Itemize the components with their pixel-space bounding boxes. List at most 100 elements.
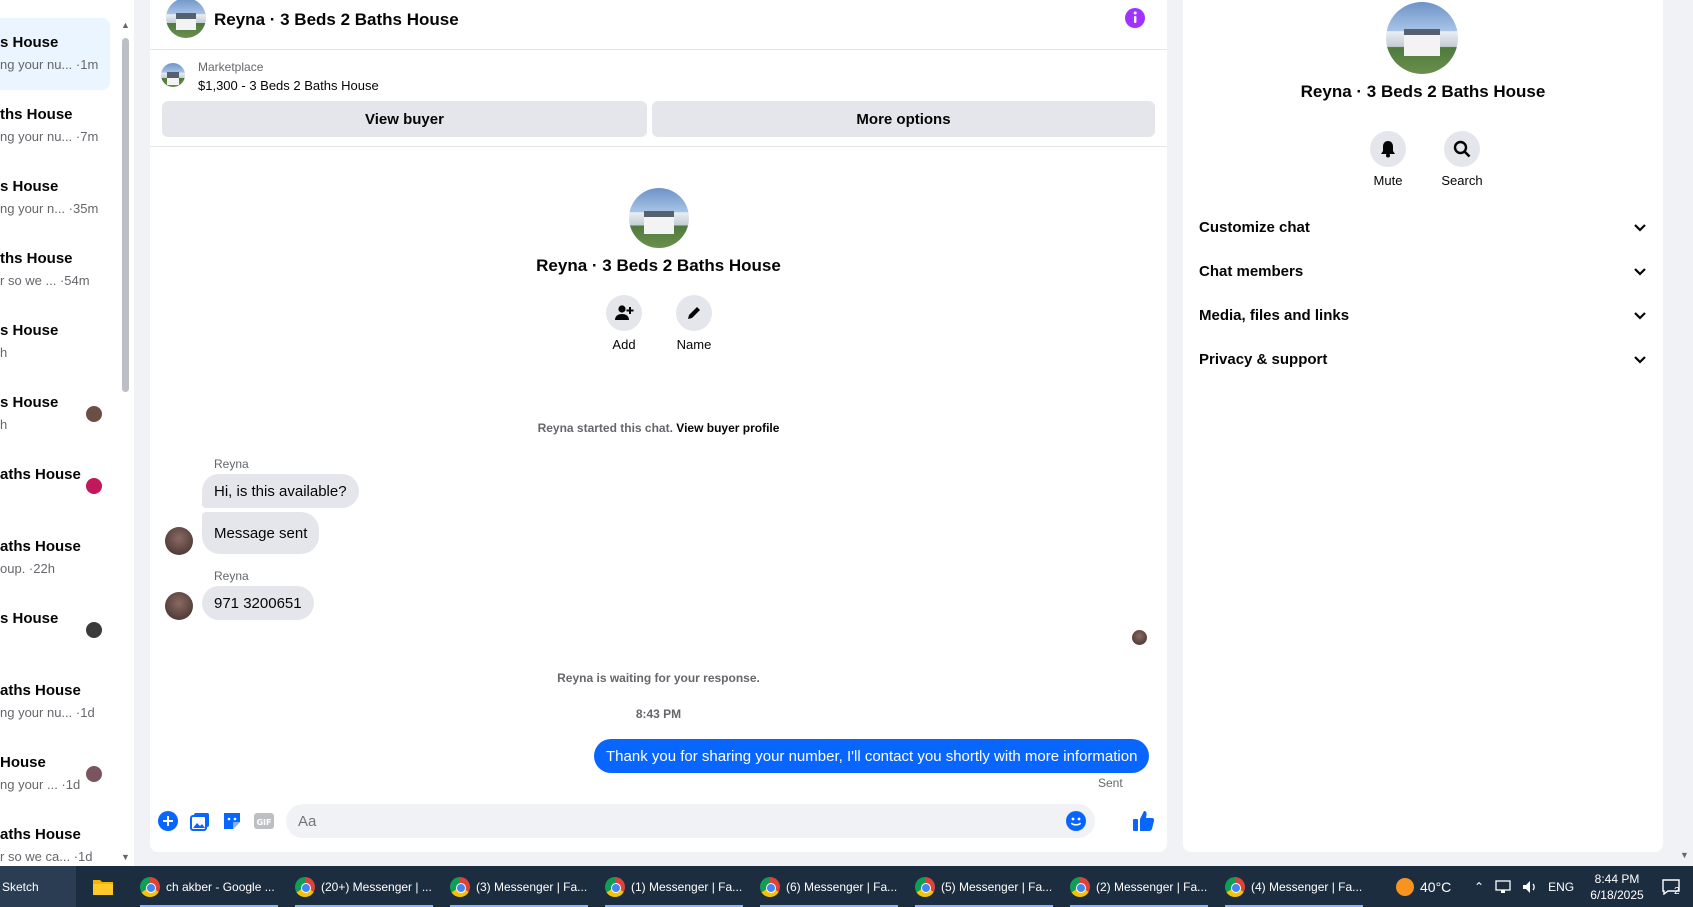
page-scrollbar[interactable]: ▼ <box>1677 0 1693 866</box>
chevron-up-icon[interactable]: ⌃ <box>1474 880 1484 894</box>
emoji-icon[interactable] <box>1066 811 1086 831</box>
system-tray[interactable]: ⌃ ENG <box>1474 866 1574 907</box>
pencil-icon <box>676 295 712 331</box>
taskbar-item-browser[interactable]: (2) Messenger | Fa... <box>1066 866 1212 907</box>
chrome-icon <box>760 876 780 897</box>
taskbar-item-label: (20+) Messenger | ... <box>321 879 432 894</box>
scroll-up-icon[interactable]: ▲ <box>121 20 130 30</box>
file-explorer-button[interactable] <box>90 866 116 907</box>
clock[interactable]: 8:44 PM 6/18/2025 <box>1580 866 1654 907</box>
conversation-list: s House ng your nu... ·1m ths House ng y… <box>0 0 134 866</box>
add-people-button[interactable]: Add <box>604 295 644 352</box>
taskbar-item-label: Sketch <box>2 879 39 894</box>
language-indicator[interactable]: ENG <box>1548 880 1574 894</box>
chat-start-text: Reyna started this chat. <box>537 421 673 435</box>
conversation-item[interactable]: ths House ng your nu... ·7m <box>0 90 110 162</box>
conversation-snippet: ng your n... ·35m <box>0 201 99 216</box>
scrollbar-thumb[interactable] <box>122 38 129 392</box>
incoming-message[interactable]: 971 3200651 <box>202 586 314 620</box>
chrome-icon <box>1225 876 1245 897</box>
taskbar-item-label: (6) Messenger | Fa... <box>786 879 898 894</box>
mute-label: Mute <box>1373 173 1403 188</box>
taskbar-item-browser[interactable]: (3) Messenger | Fa... <box>446 866 592 907</box>
mute-button[interactable]: Mute <box>1363 131 1413 188</box>
waiting-notice: Reyna is waiting for your response. <box>557 671 760 685</box>
taskbar-item-browser[interactable]: (20+) Messenger | ... <box>291 866 437 907</box>
messenger-window: s House ng your nu... ·1m ths House ng y… <box>0 0 1693 907</box>
intro-avatar <box>629 188 689 248</box>
section-label: Media, files and links <box>1199 306 1350 324</box>
conversation-item[interactable]: s House h <box>0 378 110 450</box>
section-label: Chat members <box>1199 262 1304 280</box>
conversation-snippet: r so we ca... ·1d <box>0 849 93 864</box>
outgoing-message[interactable]: Thank you for sharing your number, I'll … <box>594 739 1150 773</box>
taskbar-item-browser[interactable]: (1) Messenger | Fa... <box>601 866 747 907</box>
avatar <box>86 406 102 422</box>
conversation-title: ths House <box>0 250 73 267</box>
details-name: Reyna · 3 Beds 2 Baths House <box>1300 82 1546 101</box>
view-buyer-button[interactable]: View buyer <box>162 101 647 137</box>
sender-avatar <box>165 527 193 555</box>
scroll-down-icon[interactable]: ▼ <box>121 852 130 862</box>
svg-text:GIF: GIF <box>256 818 271 827</box>
thumbs-up-icon[interactable] <box>1132 809 1156 833</box>
conversation-item[interactable]: s House <box>0 594 110 666</box>
chat-members-section[interactable]: Chat members <box>1199 249 1647 293</box>
taskbar-item-browser[interactable]: (5) Messenger | Fa... <box>911 866 1057 907</box>
conversation-title: ths House <box>0 106 73 123</box>
avatar <box>86 478 102 494</box>
conversation-item[interactable]: aths House oup. ·22h <box>0 522 110 594</box>
conversation-item[interactable]: aths House <box>0 450 110 522</box>
clock-time: 8:44 PM <box>1594 871 1640 886</box>
conversation-item[interactable]: ths House r so we ... ·54m <box>0 234 110 306</box>
incoming-message[interactable]: Hi, is this available? <box>202 474 359 508</box>
notifications-button[interactable]: 2 <box>1656 866 1686 907</box>
rename-button[interactable]: Name <box>672 295 716 352</box>
conversation-item[interactable]: aths House ng your nu... ·1d <box>0 666 110 738</box>
sticker-icon[interactable] <box>222 811 242 831</box>
taskbar-item-sketch[interactable]: Sketch <box>0 866 76 907</box>
speaker-icon[interactable] <box>1522 880 1538 894</box>
conversation-item[interactable]: s House ng your nu... ·1m <box>0 18 110 90</box>
marketplace-label: Marketplace <box>198 60 264 74</box>
chevron-down-icon <box>1634 312 1646 320</box>
taskbar-item-browser[interactable]: (4) Messenger | Fa... <box>1221 866 1367 907</box>
view-buyer-profile-link[interactable]: View buyer profile <box>676 421 779 435</box>
gif-icon[interactable]: GIF <box>253 811 275 831</box>
network-icon[interactable] <box>1494 879 1512 894</box>
taskbar-item-browser[interactable]: ch akber - Google ... <box>136 866 282 907</box>
section-label: Customize chat <box>1199 218 1310 236</box>
chat-avatar[interactable] <box>166 0 206 38</box>
weather-widget[interactable]: 40°C <box>1396 866 1451 907</box>
taskbar-item-browser[interactable]: (6) Messenger | Fa... <box>756 866 902 907</box>
conversation-item[interactable]: House ng your ... ·1d <box>0 738 110 810</box>
customize-chat-section[interactable]: Customize chat <box>1199 205 1647 249</box>
more-options-button[interactable]: More options <box>652 101 1155 137</box>
media-files-links-section[interactable]: Media, files and links <box>1199 293 1647 337</box>
conversation-item[interactable]: aths House r so we ca... ·1d <box>0 810 110 866</box>
listing-title[interactable]: $1,300 - 3 Beds 2 Baths House <box>198 78 379 93</box>
add-label: Add <box>612 337 636 352</box>
conversation-scrollbar[interactable]: ▲ ▼ <box>118 14 134 866</box>
chat-title[interactable]: Reyna · 3 Beds 2 Baths House <box>214 10 459 30</box>
message-input-box[interactable] <box>286 804 1095 838</box>
privacy-support-section[interactable]: Privacy & support <box>1199 337 1647 381</box>
sender-avatar <box>165 592 193 620</box>
scroll-down-icon[interactable]: ▼ <box>1680 850 1689 860</box>
chevron-down-icon <box>1634 268 1646 276</box>
incoming-message[interactable]: Message sent <box>202 512 320 554</box>
info-icon[interactable] <box>1124 7 1146 29</box>
search-button[interactable]: Search <box>1434 131 1490 188</box>
conversation-title: s House <box>0 610 59 627</box>
conversation-title: aths House <box>0 682 81 699</box>
photo-icon[interactable] <box>190 811 210 831</box>
plus-icon[interactable] <box>158 811 178 831</box>
section-label: Privacy & support <box>1199 350 1328 368</box>
search-icon <box>1444 131 1480 167</box>
conversation-title: aths House <box>0 466 81 483</box>
conversation-snippet: h <box>0 345 8 360</box>
message-input[interactable] <box>298 804 1038 838</box>
conversation-item[interactable]: s House h <box>0 306 110 378</box>
sun-icon <box>1396 877 1414 896</box>
conversation-item[interactable]: s House ng your n... ·35m <box>0 162 110 234</box>
